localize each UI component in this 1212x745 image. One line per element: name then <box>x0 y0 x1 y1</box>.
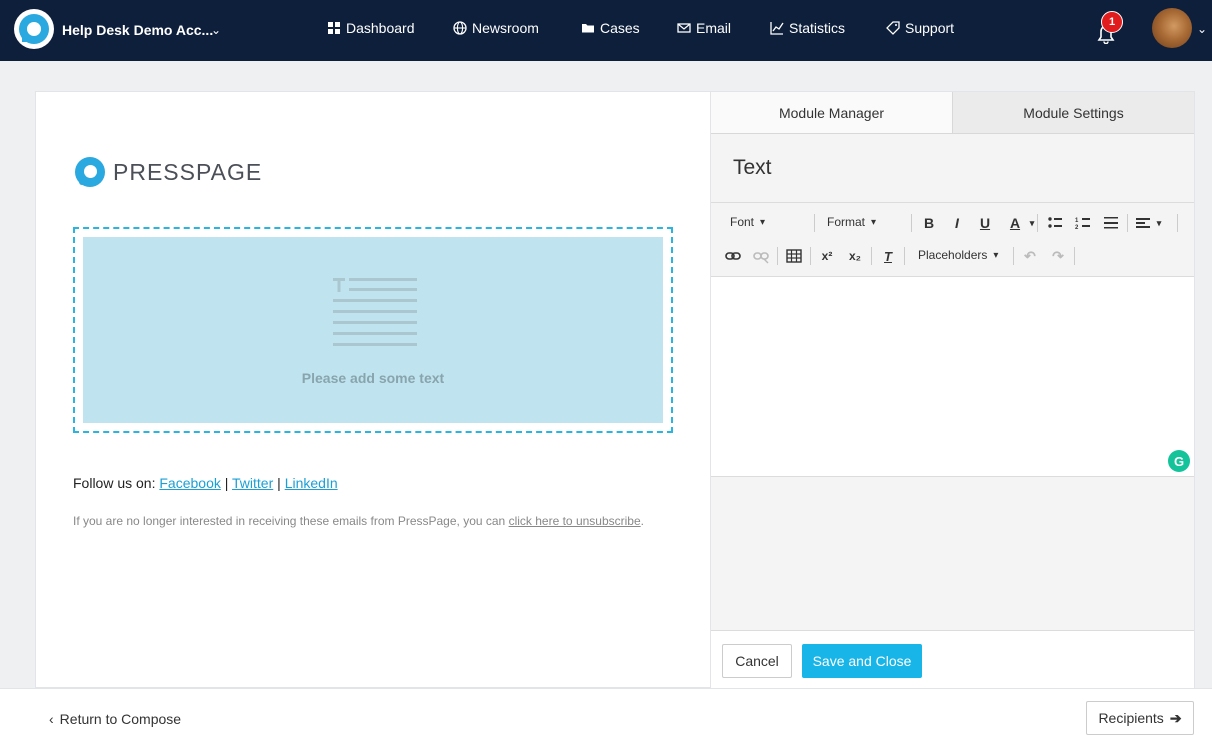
notification-badge: 1 <box>1101 11 1123 33</box>
nav-dashboard[interactable]: Dashboard <box>327 20 415 36</box>
follow-label: Follow us on: <box>73 475 156 491</box>
unsubscribe-notice: If you are no longer interested in recei… <box>73 514 644 528</box>
arrow-right-icon: ➔ <box>1169 709 1182 726</box>
account-name[interactable]: Help Desk Demo Acc... <box>62 22 213 38</box>
horizontal-rule-icon[interactable] <box>1101 213 1121 233</box>
tag-icon <box>886 21 900 35</box>
divider <box>1037 214 1038 232</box>
clear-formatting-icon[interactable]: T <box>878 246 898 266</box>
undo-icon[interactable]: ↶ <box>1020 246 1040 266</box>
envelope-icon <box>677 23 691 33</box>
divider <box>777 247 778 265</box>
recipients-label: Recipients <box>1098 710 1164 726</box>
chevron-left-icon: ‹ <box>49 711 54 727</box>
chevron-down-icon[interactable]: ⌄ <box>211 23 221 37</box>
return-to-compose-link[interactable]: ‹ Return to Compose <box>49 711 181 727</box>
presspage-logo-icon[interactable] <box>14 9 54 49</box>
placeholder-text: Please add some text <box>301 370 445 386</box>
placeholders-select[interactable]: Placeholders <box>918 248 998 262</box>
font-select[interactable]: Font <box>730 215 765 229</box>
bottom-bar: ‹ Return to Compose Recipients ➔ <box>0 688 1212 745</box>
table-icon[interactable] <box>784 246 804 266</box>
nav-cases[interactable]: Cases <box>581 20 640 36</box>
divider <box>810 247 811 265</box>
recipients-button[interactable]: Recipients ➔ <box>1086 701 1194 735</box>
top-navigation: Help Desk Demo Acc... ⌄ Dashboard Newsro… <box>0 0 1212 61</box>
chevron-down-icon[interactable]: ⌄ <box>1197 22 1207 36</box>
text-module-placeholder[interactable]: Please add some text <box>73 227 673 433</box>
divider <box>1074 247 1075 265</box>
nav-support[interactable]: Support <box>886 20 954 36</box>
nav-statistics[interactable]: Statistics <box>770 20 845 36</box>
editor-toolbar: Font Format B I U A ▾ 12 ▾ x² x₂ T Place… <box>711 202 1194 277</box>
divider <box>1177 214 1178 232</box>
divider <box>871 247 872 265</box>
nav-label: Dashboard <box>346 20 415 36</box>
grammarly-icon[interactable]: G <box>1168 450 1190 472</box>
nav-label: Statistics <box>789 20 846 36</box>
folder-icon <box>582 24 594 33</box>
text-module-body: Please add some text <box>83 237 663 423</box>
panel-footer: Cancel Save and Close <box>711 630 1194 689</box>
nav-label: Newsroom <box>472 20 539 36</box>
subscript-icon[interactable]: x₂ <box>845 246 865 266</box>
panel-tabs: Module Manager Module Settings <box>711 92 1194 134</box>
numbered-list-icon[interactable]: 12 <box>1073 213 1093 233</box>
superscript-icon[interactable]: x² <box>817 246 837 266</box>
divider <box>1013 247 1014 265</box>
divider <box>904 247 905 265</box>
linkedin-link[interactable]: LinkedIn <box>285 475 338 491</box>
email-preview: PRESSPAGE Please add some text Follow us… <box>35 91 711 688</box>
divider <box>1127 214 1128 232</box>
svg-text:1: 1 <box>1075 218 1079 224</box>
tab-module-manager[interactable]: Module Manager <box>711 92 952 134</box>
chevron-down-icon[interactable]: ▾ <box>1022 213 1042 233</box>
panel-title: Text <box>733 156 772 179</box>
globe-icon <box>453 21 467 35</box>
separator: | <box>224 475 229 491</box>
presspage-mark-icon <box>75 157 105 187</box>
nav-email[interactable]: Email <box>677 20 731 36</box>
return-label: Return to Compose <box>59 711 182 727</box>
divider <box>911 214 912 232</box>
bold-icon[interactable]: B <box>919 213 939 233</box>
nav-label: Email <box>696 20 732 36</box>
text-editor-area[interactable]: G <box>711 277 1194 477</box>
tab-module-settings[interactable]: Module Settings <box>952 92 1194 134</box>
unsubscribe-link[interactable]: click here to unsubscribe <box>509 514 641 528</box>
chart-icon <box>770 22 784 35</box>
presspage-logo: PRESSPAGE <box>75 157 262 187</box>
redo-icon[interactable]: ↷ <box>1048 246 1068 266</box>
avatar[interactable] <box>1152 8 1192 48</box>
nav-label: Cases <box>600 20 640 36</box>
nav-newsroom[interactable]: Newsroom <box>453 20 539 36</box>
bulleted-list-icon[interactable] <box>1045 213 1065 233</box>
svg-text:2: 2 <box>1075 225 1079 231</box>
save-and-close-button[interactable]: Save and Close <box>802 644 922 678</box>
follow-us: Follow us on: Facebook | Twitter | Linke… <box>73 475 338 491</box>
text-paragraph-icon <box>333 278 417 346</box>
format-select[interactable]: Format <box>827 215 876 229</box>
underline-icon[interactable]: U <box>975 213 995 233</box>
italic-icon[interactable]: I <box>947 213 967 233</box>
twitter-link[interactable]: Twitter <box>232 475 273 491</box>
separator: | <box>277 475 281 491</box>
cancel-button[interactable]: Cancel <box>722 644 792 678</box>
divider <box>814 214 815 232</box>
module-panel: Module Manager Module Settings Text Font… <box>710 91 1195 689</box>
link-icon[interactable] <box>723 246 743 266</box>
unlink-icon[interactable] <box>751 246 771 266</box>
grid-icon <box>328 22 340 34</box>
unsubscribe-end: . <box>640 514 644 528</box>
nav-label: Support <box>905 20 955 36</box>
facebook-link[interactable]: Facebook <box>159 475 220 491</box>
chevron-down-icon[interactable]: ▾ <box>1149 213 1169 233</box>
unsubscribe-text: If you are no longer interested in recei… <box>73 514 506 528</box>
logo-text: PRESSPAGE <box>113 158 263 185</box>
